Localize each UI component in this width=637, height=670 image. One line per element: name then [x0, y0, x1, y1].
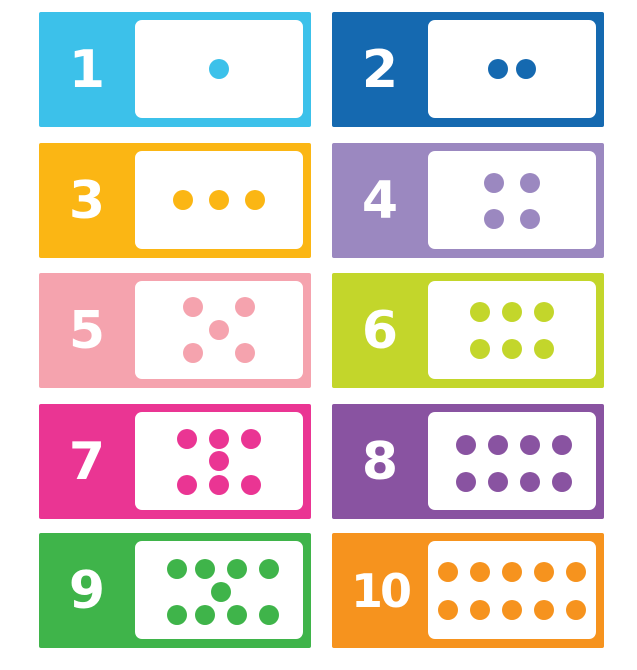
count-dot [488, 472, 508, 492]
count-dot [173, 190, 193, 210]
count-dot [488, 435, 508, 455]
card-7: 7 [39, 404, 311, 519]
count-dot [502, 562, 522, 582]
card-4: 4 [332, 143, 604, 258]
count-dot [534, 302, 554, 322]
dot-panel-10 [428, 541, 596, 639]
count-dot [502, 600, 522, 620]
count-dot [177, 429, 197, 449]
dot-panel-8 [428, 412, 596, 510]
count-dot [177, 475, 197, 495]
count-dot [209, 190, 229, 210]
count-dot [552, 472, 572, 492]
numeral-5: 5 [68, 300, 106, 361]
count-dot [566, 562, 586, 582]
card-5: 5 [39, 273, 311, 388]
numeral-1: 1 [68, 39, 106, 100]
count-dot [502, 302, 522, 322]
numeral-8: 8 [361, 431, 399, 492]
count-dot [227, 605, 247, 625]
count-dot [195, 559, 215, 579]
count-dot [183, 343, 203, 363]
count-dot [488, 59, 508, 79]
dot-panel-6 [428, 281, 596, 379]
counting-cards-sheet: 1 2 3 4 5 6 7 8 9 10 [0, 0, 637, 670]
count-dot [438, 600, 458, 620]
count-dot [520, 173, 540, 193]
dot-panel-3 [135, 151, 303, 249]
count-dot [534, 562, 554, 582]
count-dot [183, 297, 203, 317]
dot-panel-5 [135, 281, 303, 379]
count-dot [470, 339, 490, 359]
count-dot [167, 605, 187, 625]
count-dot [209, 451, 229, 471]
dot-panel-9 [135, 541, 303, 639]
count-dot [566, 600, 586, 620]
count-dot [552, 435, 572, 455]
count-dot [209, 320, 229, 340]
count-dot [235, 343, 255, 363]
card-6: 6 [332, 273, 604, 388]
numeral-9: 9 [68, 560, 106, 621]
count-dot [195, 605, 215, 625]
count-dot [470, 562, 490, 582]
dot-panel-1 [135, 20, 303, 118]
count-dot [209, 429, 229, 449]
count-dot [227, 559, 247, 579]
count-dot [484, 173, 504, 193]
numeral-2: 2 [361, 39, 399, 100]
dot-panel-7 [135, 412, 303, 510]
count-dot [502, 339, 522, 359]
count-dot [520, 472, 540, 492]
numeral-4: 4 [361, 170, 399, 231]
count-dot [520, 435, 540, 455]
count-dot [516, 59, 536, 79]
dot-panel-2 [428, 20, 596, 118]
count-dot [534, 339, 554, 359]
count-dot [484, 209, 504, 229]
count-dot [470, 600, 490, 620]
count-dot [209, 475, 229, 495]
count-dot [241, 429, 261, 449]
count-dot [209, 59, 229, 79]
numeral-3: 3 [68, 170, 106, 231]
count-dot [241, 475, 261, 495]
count-dot [167, 559, 187, 579]
numeral-6: 6 [361, 300, 399, 361]
card-8: 8 [332, 404, 604, 519]
count-dot [245, 190, 265, 210]
count-dot [534, 600, 554, 620]
dot-panel-4 [428, 151, 596, 249]
count-dot [470, 302, 490, 322]
count-dot [235, 297, 255, 317]
count-dot [259, 559, 279, 579]
card-10: 10 [332, 533, 604, 648]
numeral-7: 7 [68, 431, 106, 492]
card-3: 3 [39, 143, 311, 258]
card-1: 1 [39, 12, 311, 127]
card-9: 9 [39, 533, 311, 648]
numeral-10: 10 [350, 563, 412, 618]
count-dot [259, 605, 279, 625]
card-2: 2 [332, 12, 604, 127]
count-dot [520, 209, 540, 229]
count-dot [456, 435, 476, 455]
count-dot [456, 472, 476, 492]
count-dot [438, 562, 458, 582]
count-dot [211, 582, 231, 602]
